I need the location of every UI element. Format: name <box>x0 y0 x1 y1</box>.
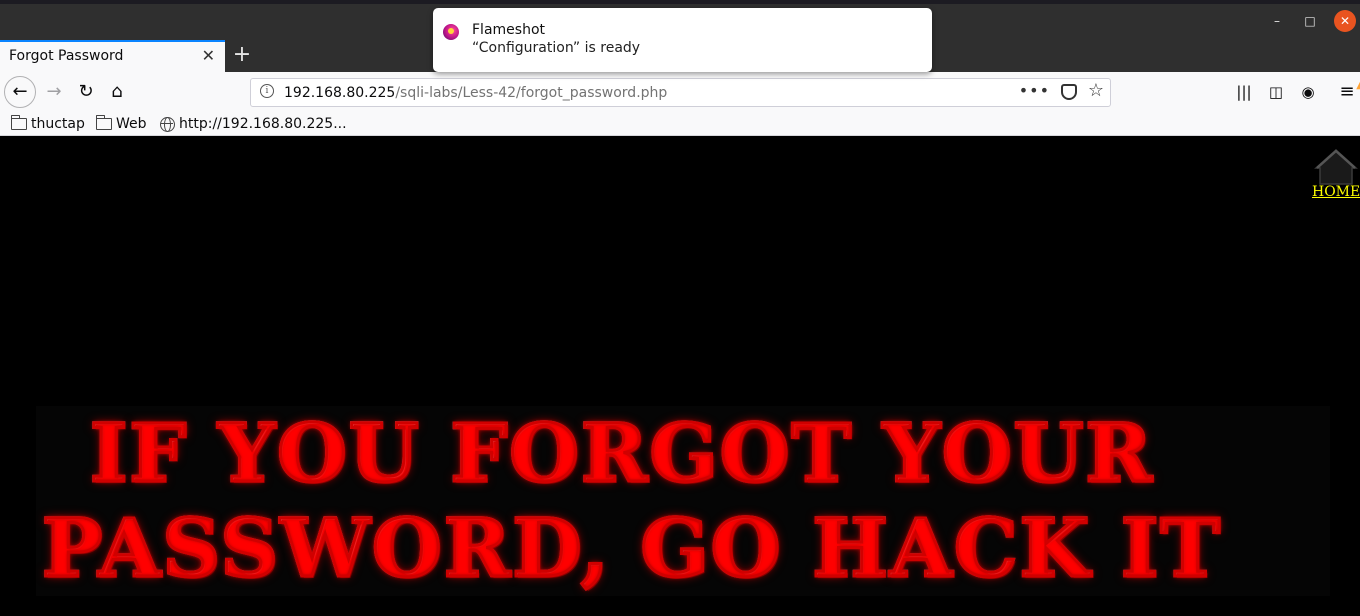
bookmark-ip[interactable]: http://192.168.80.225... <box>160 114 347 134</box>
menu-button[interactable]: ≡ ▲ <box>1336 80 1360 103</box>
info-icon[interactable]: i <box>260 84 274 98</box>
hamburger-icon: ≡ <box>1339 81 1355 102</box>
title-bar-edge <box>0 0 1360 4</box>
folder-icon <box>10 115 27 130</box>
bookmarks-toolbar: thuctap Web http://192.168.80.225... <box>0 112 1360 136</box>
bookmark-star-icon[interactable]: ☆ <box>1088 80 1104 101</box>
warning-icon: ▲ <box>1356 75 1360 97</box>
bookmark-thuctap[interactable]: thuctap <box>10 114 85 134</box>
page-actions-icon[interactable]: ••• <box>1019 81 1050 100</box>
house-icon <box>1314 148 1358 185</box>
reload-icon: ↻ <box>78 81 94 102</box>
banner-line-2: PASSWORD, GO HACK IT <box>41 500 1336 597</box>
tab-title: Forgot Password <box>9 48 124 64</box>
notification-popup[interactable]: Flameshot “Configuration” is ready <box>433 8 932 72</box>
reload-button[interactable]: ↻ <box>70 76 102 108</box>
banner-image: IF YOU FORGOT YOUR PASSWORD, GO HACK IT <box>36 405 1330 597</box>
bookmark-label: http://192.168.80.225... <box>179 116 347 132</box>
arrow-right-icon: → <box>46 81 62 102</box>
minimize-button[interactable]: – <box>1266 10 1288 32</box>
navigation-bar: ← → ↻ ⌂ i 192.168.80.225/sqli-labs/Less-… <box>0 72 1360 112</box>
home-link[interactable]: HOME <box>1312 148 1360 208</box>
home-link-label: HOME <box>1312 184 1360 200</box>
back-button[interactable]: ← <box>4 76 36 108</box>
notification-title: Flameshot <box>472 22 545 38</box>
new-tab-button[interactable]: + <box>230 42 254 68</box>
forward-button[interactable]: → <box>38 76 70 108</box>
url-host: 192.168.80.225 <box>284 85 396 101</box>
pocket-icon[interactable] <box>1061 84 1077 100</box>
bookmark-label: thuctap <box>31 116 85 132</box>
globe-icon <box>160 116 175 132</box>
maximize-button[interactable]: □ <box>1299 10 1321 32</box>
close-icon[interactable]: ✕ <box>202 46 215 65</box>
url-path: /sqli-labs/Less-42/forgot_password.php <box>395 85 668 101</box>
banner-line-1: IF YOU FORGOT YOUR <box>89 405 1360 502</box>
tab-forgot-password[interactable]: Forgot Password ✕ <box>0 40 225 72</box>
flameshot-icon <box>443 24 459 40</box>
library-icon[interactable]: ||| <box>1233 81 1255 103</box>
account-icon[interactable]: ◉ <box>1297 81 1319 103</box>
home-icon: ⌂ <box>111 81 123 102</box>
arrow-left-icon: ← <box>12 81 28 102</box>
folder-icon <box>95 115 112 130</box>
window-close-button[interactable]: ✕ <box>1334 10 1356 32</box>
bookmark-label: Web <box>116 116 147 132</box>
bookmark-web[interactable]: Web <box>95 114 147 134</box>
url-text[interactable]: 192.168.80.225/sqli-labs/Less-42/forgot_… <box>284 85 667 101</box>
url-bar[interactable]: i 192.168.80.225/sqli-labs/Less-42/forgo… <box>250 78 1111 107</box>
home-button[interactable]: ⌂ <box>101 76 133 108</box>
notification-message: “Configuration” is ready <box>472 40 641 56</box>
page-content: HOME IF YOU FORGOT YOUR PASSWORD, GO HAC… <box>0 136 1360 616</box>
sidebar-icon[interactable]: ◫ <box>1265 81 1287 103</box>
